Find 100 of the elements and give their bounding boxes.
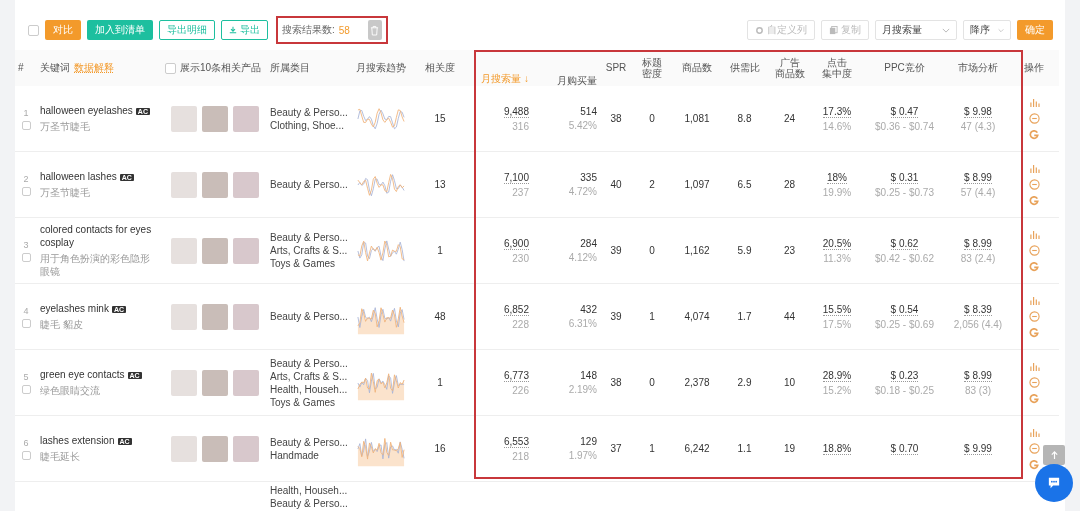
monthly-search-value: 9,488 — [503, 105, 529, 118]
market-price-value: $ 8.99 — [964, 171, 992, 184]
market-reviews-value: 83 (2.4) — [960, 252, 996, 264]
daily-search-value: 226 — [512, 384, 529, 396]
keyword-translation: 睫毛延长 — [40, 450, 81, 463]
keyword-text[interactable]: lashes extension — [40, 434, 115, 447]
column-header: SPR — [605, 62, 627, 74]
purchase-rate-value: 1.97% — [568, 450, 597, 461]
market-reviews-value: 47 (4.3) — [960, 120, 996, 132]
ad-product-count-value: 44 — [783, 311, 796, 322]
spr-value: 40 — [610, 179, 622, 190]
keyword-text[interactable]: eyelashes mink — [40, 302, 109, 315]
conversion-share-value: 14.6% — [822, 120, 852, 132]
supply-ratio-value: 2.9 — [737, 377, 752, 388]
toolbar-button[interactable]: 加入到清单 — [87, 20, 153, 40]
ad-product-count-value: 10 — [783, 377, 796, 388]
sort-order-select[interactable]: 降序 — [963, 20, 1011, 40]
category-text: Beauty & Perso... — [270, 497, 349, 510]
product-count-value: 1,097 — [684, 179, 710, 190]
market-price-value: $ 8.39 — [964, 303, 992, 316]
ad-product-count-value: 23 — [783, 245, 796, 256]
category-text: Beauty & Perso... — [270, 310, 349, 323]
market-reviews-value: 83 (3) — [964, 384, 992, 396]
click-share-value: 18% — [827, 171, 847, 184]
ad-product-count-value: 19 — [783, 443, 796, 454]
row-number: 6 — [23, 437, 29, 448]
title-density-value: 2 — [649, 179, 655, 190]
daily-search-value: 228 — [512, 318, 529, 330]
title-density-value: 0 — [649, 377, 655, 388]
category-text: Beauty & Perso... — [270, 105, 349, 119]
toolbar-button[interactable]: 导出明细 — [159, 20, 215, 40]
title-density-value: 1 — [649, 311, 655, 322]
relevance-value: 15 — [434, 113, 446, 124]
column-header: 关键词 — [40, 61, 70, 75]
row-number: 1 — [23, 107, 29, 118]
ad-product-count-value: 28 — [783, 179, 796, 190]
keyword-translation: 睫毛 貂皮 — [40, 318, 84, 331]
market-price-value: $ 9.99 — [964, 442, 992, 455]
daily-search-value: 237 — [512, 186, 529, 198]
ppc-range-value: $0.36 - $0.74 — [875, 120, 934, 132]
relevance-value: 48 — [434, 311, 446, 322]
row-number: 4 — [23, 305, 29, 316]
category-text: Toys & Games — [270, 257, 337, 270]
keyword-text[interactable]: halloween eyelashes — [40, 104, 133, 117]
category-text: Handmade — [270, 448, 320, 462]
spr-value: 39 — [610, 245, 622, 256]
ppc-range-value: $0.25 - $0.73 — [875, 186, 934, 198]
category-text: Beauty & Perso... — [270, 178, 349, 191]
ppc-bid-value: $ 0.23 — [890, 369, 919, 382]
ppc-bid-value: $ 0.54 — [890, 303, 919, 316]
daily-search-value: 316 — [512, 120, 529, 132]
spr-value: 38 — [610, 113, 622, 124]
monthly-purchase-value: 284 — [580, 238, 597, 249]
purchase-rate-value: 4.72% — [568, 186, 597, 197]
result-count: 58 — [338, 24, 350, 36]
spr-value: 38 — [610, 377, 622, 388]
supply-ratio-value: 1.7 — [737, 311, 752, 322]
ad-product-count-value: 24 — [783, 113, 796, 124]
toolbar-button[interactable]: 对比 — [45, 20, 81, 40]
custom-columns-button[interactable]: 自定义列 — [747, 20, 815, 40]
sort-field-select[interactable]: 月搜索量 — [875, 20, 957, 40]
column-header: # — [18, 62, 24, 74]
column-header: 密度 — [642, 68, 662, 80]
keyword-text[interactable]: green eye contacts — [40, 368, 125, 381]
keyword-text[interactable]: colored contacts for eyes cosplay — [40, 223, 152, 249]
column-header: 商品数 — [774, 68, 805, 80]
data-explanation-link[interactable]: 数据解释 — [74, 61, 114, 75]
column-header: PPC竞价 — [884, 62, 925, 74]
monthly-purchase-value: 148 — [580, 370, 597, 381]
toolbar-button[interactable]: 导出 — [221, 20, 268, 40]
confirm-button[interactable]: 确定 — [1017, 20, 1053, 40]
market-price-value: $ 8.99 — [964, 237, 992, 250]
relevance-value: 13 — [434, 179, 446, 190]
product-count-value: 1,162 — [684, 245, 710, 256]
column-header: 展示10条相关产品 — [180, 61, 262, 75]
monthly-purchase-value: 129 — [580, 436, 597, 447]
click-share-value: 15.5% — [822, 303, 852, 316]
click-share-value: 18.8% — [822, 442, 852, 455]
keyword-translation: 用于角色扮演的彩色隐形眼镜 — [40, 252, 151, 278]
title-density-value: 1 — [649, 443, 655, 454]
keyword-text[interactable]: halloween lashes — [40, 170, 117, 183]
monthly-purchase-value: 432 — [580, 304, 597, 315]
daily-search-value: 230 — [512, 252, 529, 264]
purchase-rate-value: 2.19% — [568, 384, 597, 395]
supply-ratio-value: 5.9 — [737, 245, 752, 256]
title-density-value: 0 — [649, 113, 655, 124]
column-header: 操作 — [1024, 62, 1044, 74]
monthly-purchase-value: 335 — [580, 172, 597, 183]
column-header: 相关度 — [425, 62, 455, 74]
title-density-value: 0 — [649, 245, 655, 256]
click-share-value: 17.3% — [822, 105, 852, 118]
column-header: 供需比 — [729, 62, 760, 74]
market-reviews-value: 57 (4.4) — [960, 186, 996, 198]
ppc-bid-value: $ 0.70 — [890, 442, 919, 455]
column-header: 商品数 — [682, 62, 712, 74]
click-share-value: 20.5% — [822, 237, 852, 250]
monthly-search-value: 7,100 — [503, 171, 529, 184]
market-reviews-value: 2,056 (4.4) — [953, 318, 1003, 330]
column-header: 标题 — [642, 56, 662, 68]
copy-button[interactable]: 复制 — [821, 20, 869, 40]
